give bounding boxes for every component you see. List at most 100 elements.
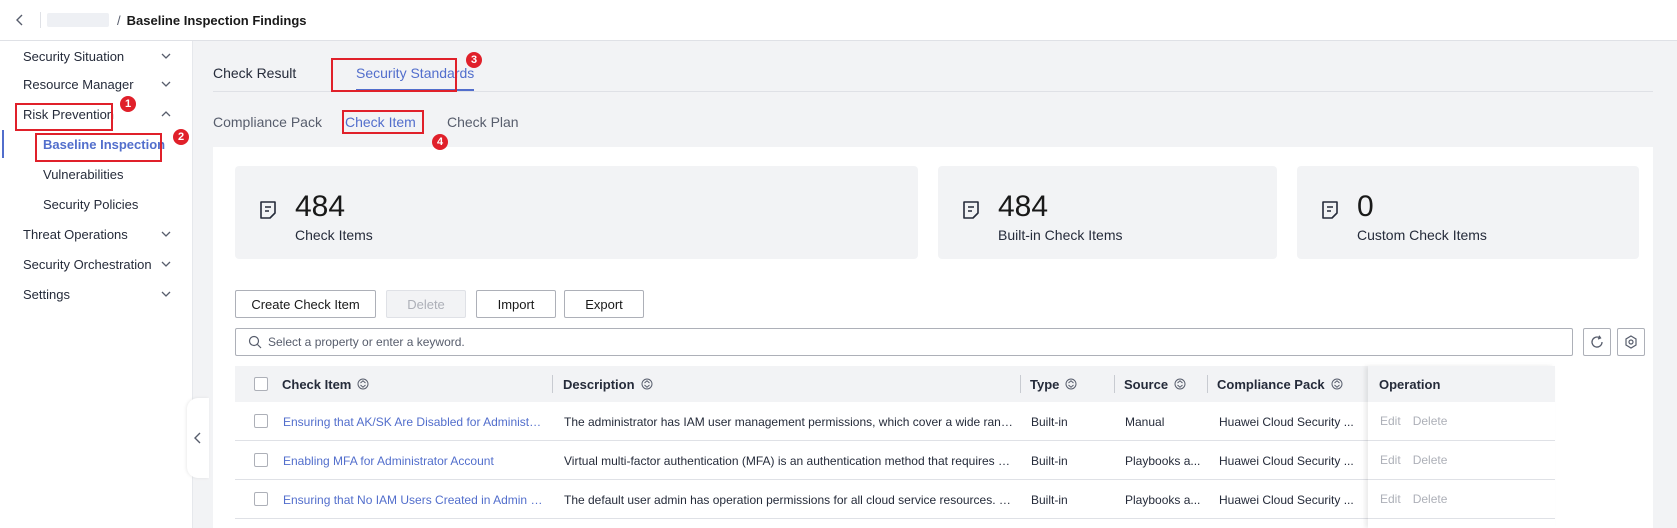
column-header-description[interactable]: Description bbox=[563, 366, 653, 402]
document-icon bbox=[1322, 201, 1338, 219]
chevron-down-icon bbox=[161, 261, 171, 267]
select-all-checkbox[interactable] bbox=[254, 377, 268, 391]
stat-label: Built-in Check Items bbox=[998, 227, 1123, 243]
chevron-up-icon bbox=[161, 111, 171, 117]
row-checkbox[interactable] bbox=[254, 492, 268, 506]
create-check-item-button[interactable]: Create Check Item bbox=[235, 290, 376, 318]
edit-link[interactable]: Edit bbox=[1380, 453, 1401, 467]
annotation-box-security-standards bbox=[331, 58, 457, 92]
sort-icon bbox=[1331, 378, 1343, 390]
page-title: Baseline Inspection Findings bbox=[126, 12, 307, 28]
type-cell: Built-in bbox=[1031, 414, 1068, 429]
export-button[interactable]: Export bbox=[564, 290, 644, 318]
source-cell: Manual bbox=[1125, 414, 1165, 429]
tab-check-result[interactable]: Check Result bbox=[213, 65, 296, 81]
stat-label: Check Items bbox=[295, 227, 373, 243]
column-header-type[interactable]: Type bbox=[1030, 366, 1077, 402]
breadcrumb-parent[interactable] bbox=[47, 13, 109, 27]
annotation-box-risk-prevention bbox=[15, 103, 113, 131]
check-item-link[interactable]: Ensuring that No IAM Users Created in Ad… bbox=[283, 480, 545, 519]
subtab-compliance-pack[interactable]: Compliance Pack bbox=[213, 114, 322, 130]
search-icon bbox=[248, 335, 262, 349]
source-cell: Playbooks a... bbox=[1125, 453, 1201, 468]
chevron-down-icon bbox=[161, 231, 171, 237]
header-label: Check Item bbox=[282, 376, 352, 392]
delete-button[interactable]: Delete bbox=[386, 290, 466, 318]
edit-link[interactable]: Edit bbox=[1380, 414, 1401, 428]
description-cell: Virtual multi-factor authentication (MFA… bbox=[564, 453, 1014, 468]
check-item-link[interactable]: Enabling MFA for Administrator Account bbox=[283, 441, 545, 480]
type-cell: Built-in bbox=[1031, 492, 1068, 507]
chevron-down-icon bbox=[161, 291, 171, 297]
sort-icon bbox=[1065, 378, 1077, 390]
document-icon bbox=[963, 201, 979, 219]
operation-column: Operation Edit Delete Edit Delete Edit D… bbox=[1368, 366, 1555, 528]
table-row: Enabling MFA for Administrator Account V… bbox=[235, 441, 1553, 480]
chevron-down-icon bbox=[161, 81, 171, 87]
row-checkbox[interactable] bbox=[254, 453, 268, 467]
table-header: Check Item Description Type Source Compl… bbox=[235, 366, 1553, 402]
gear-icon bbox=[1625, 335, 1637, 349]
sidebar-item-label: Security Orchestration bbox=[23, 256, 152, 272]
column-divider[interactable] bbox=[1114, 375, 1115, 393]
sidebar-item-vulnerabilities[interactable]: Vulnerabilities bbox=[0, 159, 193, 189]
chevron-down-icon bbox=[161, 53, 171, 59]
refresh-icon bbox=[1591, 335, 1603, 348]
sidebar-item-security-orchestration[interactable]: Security Orchestration bbox=[0, 249, 193, 279]
table-row: Ensuring that AK/SK Are Disabled for Adm… bbox=[235, 402, 1553, 441]
edit-link[interactable]: Edit bbox=[1380, 492, 1401, 506]
column-header-check-item[interactable]: Check Item bbox=[282, 366, 369, 402]
sidebar-item-resource-manager[interactable]: Resource Manager bbox=[0, 69, 193, 99]
compliance-pack-cell: Huawei Cloud Security ... bbox=[1219, 453, 1354, 468]
delete-link[interactable]: Delete bbox=[1413, 453, 1448, 467]
table-row: Ensuring that No IAM Users Created in Ad… bbox=[235, 480, 1553, 519]
column-divider[interactable] bbox=[1207, 375, 1208, 393]
settings-button[interactable] bbox=[1617, 328, 1645, 356]
chevron-left-icon bbox=[194, 432, 201, 444]
sidebar-collapse-button[interactable] bbox=[187, 398, 209, 478]
stat-label: Custom Check Items bbox=[1357, 227, 1487, 243]
sidebar-item-label: Vulnerabilities bbox=[43, 166, 124, 182]
sidebar-item-security-situation[interactable]: Security Situation bbox=[0, 41, 193, 71]
column-header-compliance-pack[interactable]: Compliance Pack bbox=[1217, 366, 1343, 402]
row-checkbox[interactable] bbox=[254, 414, 268, 428]
header-label: Type bbox=[1030, 376, 1060, 392]
breadcrumb-separator: / bbox=[117, 12, 121, 28]
divider bbox=[40, 12, 41, 28]
column-header-source[interactable]: Source bbox=[1124, 366, 1186, 402]
top-bar: / Baseline Inspection Findings bbox=[0, 0, 1677, 41]
header-label: Compliance Pack bbox=[1217, 376, 1325, 392]
search-input[interactable] bbox=[268, 335, 1548, 349]
header-label: Source bbox=[1124, 376, 1169, 392]
compliance-pack-cell: Huawei Cloud Security ... bbox=[1219, 414, 1354, 429]
stat-value: 484 bbox=[295, 190, 346, 223]
source-cell: Playbooks a... bbox=[1125, 492, 1201, 507]
back-arrow-icon[interactable] bbox=[0, 0, 40, 40]
stat-card-check-items: 484 Check Items bbox=[235, 166, 918, 259]
sidebar-item-threat-operations[interactable]: Threat Operations bbox=[0, 219, 193, 249]
sidebar-item-security-policies[interactable]: Security Policies bbox=[0, 189, 193, 219]
stat-value: 0 bbox=[1357, 190, 1374, 223]
compliance-pack-cell: Huawei Cloud Security ... bbox=[1219, 492, 1354, 507]
sort-icon bbox=[641, 378, 653, 390]
sidebar-item-label: Security Situation bbox=[23, 48, 125, 64]
description-cell: The default user admin has operation per… bbox=[564, 492, 1014, 507]
import-button[interactable]: Import bbox=[476, 290, 556, 318]
description-cell: The administrator has IAM user managemen… bbox=[564, 414, 1014, 429]
check-item-panel: 484 Check Items 484 Built-in Check Items… bbox=[213, 147, 1653, 528]
refresh-button[interactable] bbox=[1583, 328, 1611, 356]
delete-link[interactable]: Delete bbox=[1413, 492, 1448, 506]
stat-card-custom: 0 Custom Check Items bbox=[1297, 166, 1639, 259]
annotation-box-baseline-inspection bbox=[35, 133, 162, 162]
active-indicator bbox=[2, 130, 4, 158]
sidebar-item-settings[interactable]: Settings bbox=[0, 279, 193, 309]
operation-cell: Edit Delete bbox=[1368, 480, 1555, 519]
column-divider[interactable] bbox=[1020, 375, 1021, 393]
check-item-link[interactable]: Ensuring that AK/SK Are Disabled for Adm… bbox=[283, 402, 545, 441]
sort-icon bbox=[1174, 378, 1186, 390]
annotation-badge-1: 1 bbox=[120, 96, 136, 112]
column-divider[interactable] bbox=[552, 375, 553, 393]
subtab-check-plan[interactable]: Check Plan bbox=[447, 114, 519, 130]
search-bar[interactable] bbox=[235, 328, 1573, 356]
delete-link[interactable]: Delete bbox=[1413, 414, 1448, 428]
